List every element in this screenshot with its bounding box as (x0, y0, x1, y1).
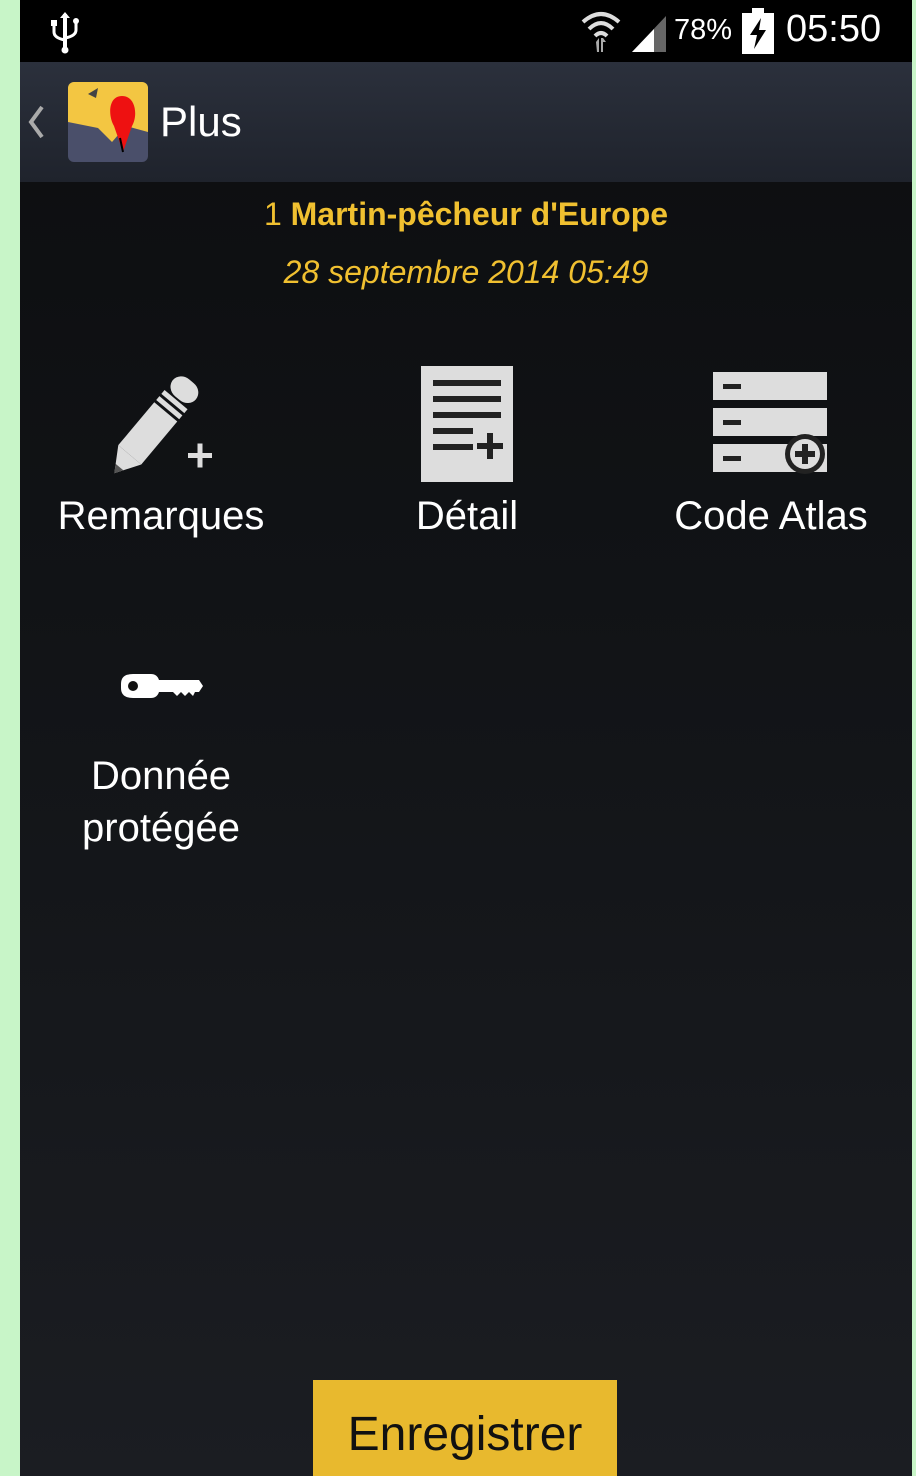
tile-detail[interactable]: Détail (336, 360, 598, 542)
tile-remarques-label: Remarques (57, 494, 265, 538)
tile-protected-label-line1: Donnée (90, 754, 232, 798)
tile-code-atlas[interactable]: Code Atlas (640, 360, 902, 542)
chevron-left-icon[interactable] (26, 104, 46, 140)
tile-detail-label: Détail (415, 494, 519, 538)
wifi-icon (581, 12, 621, 52)
usb-icon (51, 12, 79, 54)
tile-remarques[interactable]: Remarques (30, 360, 292, 542)
battery-charging-icon (742, 8, 774, 54)
save-button[interactable]: Enregistrer (313, 1380, 617, 1476)
tile-protected-label-line2: protégée (82, 806, 240, 850)
battery-percent: 78% (674, 14, 733, 46)
pencil-plus-icon (114, 376, 212, 474)
phone-screen: 78% 05:50 Plus 1 Martin-pêcheur d'Europe… (20, 0, 912, 1476)
status-bar: 78% 05:50 (20, 0, 912, 62)
tile-protected-data[interactable]: Donnée protégée (30, 650, 292, 854)
observation-datetime: 28 septembre 2014 05:49 (283, 254, 649, 290)
list-plus-icon (713, 372, 827, 474)
signal-icon (632, 16, 666, 52)
document-plus-icon (421, 366, 513, 482)
tile-code-atlas-label: Code Atlas (674, 494, 868, 538)
species-name: Martin-pêcheur d'Europe (290, 196, 669, 232)
observation-species: 1 Martin-pêcheur d'Europe (20, 196, 912, 233)
observation-count: 1 (263, 196, 282, 232)
clock: 05:50 (786, 8, 882, 50)
key-icon (121, 674, 203, 698)
action-bar: Plus (20, 62, 912, 182)
map-pin-logo-icon[interactable] (68, 82, 148, 162)
action-bar-title: Plus (160, 98, 242, 145)
